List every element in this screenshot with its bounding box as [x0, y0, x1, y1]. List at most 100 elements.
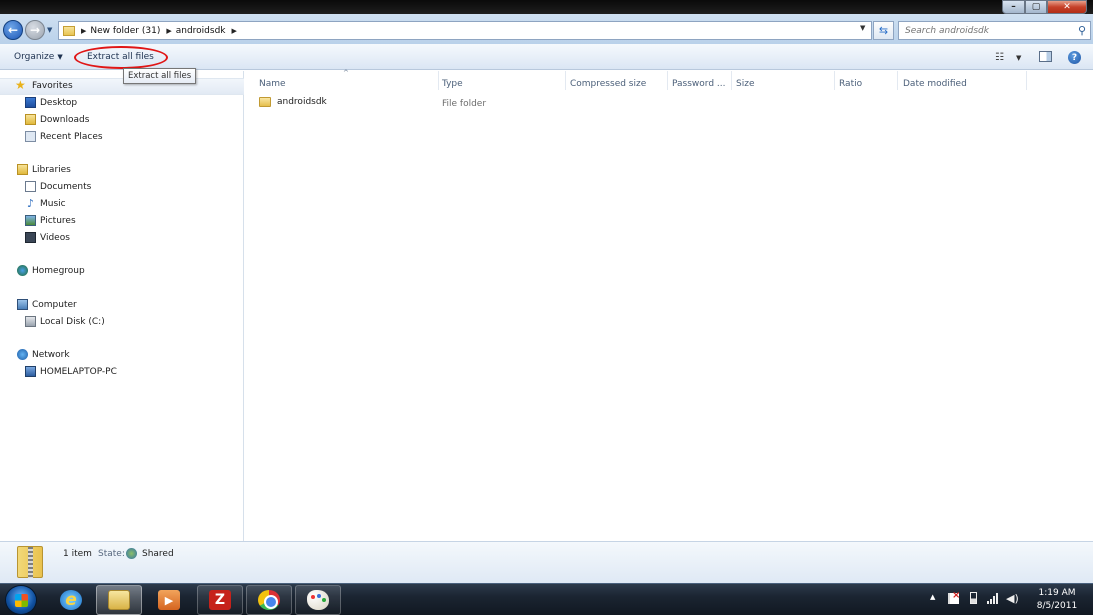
homegroup-icon	[17, 265, 28, 276]
sidebar-item-computer[interactable]: Computer	[17, 299, 77, 310]
system-clock[interactable]: 1:19 AM 8/5/2011	[1028, 587, 1086, 613]
forward-button[interactable]: →	[25, 20, 45, 40]
column-header-ratio[interactable]: Ratio	[839, 75, 862, 92]
column-divider[interactable]	[731, 71, 732, 90]
battery-icon[interactable]	[970, 592, 977, 604]
column-divider[interactable]	[1026, 71, 1027, 90]
search-icon[interactable]: ⚲	[1078, 24, 1086, 37]
sidebar-item-label: Network	[32, 349, 70, 360]
wifi-signal-icon[interactable]	[987, 592, 999, 604]
file-type: File folder	[442, 99, 487, 109]
sidebar-item-label: Documents	[40, 181, 92, 192]
column-header-type[interactable]: Type	[442, 75, 463, 92]
details-pane: 1 item State: Shared	[0, 541, 1093, 583]
organize-label: Organize	[14, 52, 55, 62]
breadcrumb-chevron-icon[interactable]: ▶	[81, 27, 86, 35]
taskbar-paint[interactable]	[295, 585, 341, 615]
dropdown-arrow-icon: ▼	[57, 53, 63, 61]
taskbar-media-player[interactable]: ▶	[146, 585, 192, 615]
organize-button[interactable]: Organize ▼	[14, 52, 63, 62]
sidebar-item-desktop[interactable]: Desktop	[25, 97, 77, 108]
search-input[interactable]	[905, 25, 1065, 36]
breadcrumb-chevron-icon[interactable]: ▶	[232, 27, 237, 35]
column-header-label: Compressed size	[570, 78, 647, 89]
sidebar-item-homegroup[interactable]: Homegroup	[17, 265, 85, 276]
start-button[interactable]	[5, 585, 37, 615]
window-controls: – ▢ ✕	[1002, 0, 1087, 14]
column-divider[interactable]	[834, 71, 835, 90]
taskbar-windows-explorer[interactable]	[96, 585, 142, 615]
sidebar-item-network[interactable]: Network	[17, 349, 70, 360]
address-dropdown-icon[interactable]: ▼	[860, 24, 865, 32]
sort-ascending-icon: ^	[343, 69, 349, 77]
state-label: State:	[98, 549, 125, 559]
desktop-icon	[25, 97, 36, 108]
clock-date: 8/5/2011	[1036, 601, 1078, 611]
sidebar-item-videos[interactable]: Videos	[25, 232, 70, 243]
column-divider[interactable]	[565, 71, 566, 90]
extract-tooltip: Extract all files	[123, 68, 197, 84]
column-header-name[interactable]: Name	[259, 75, 286, 92]
media-player-icon: ▶	[158, 590, 180, 610]
network-computer-icon	[25, 366, 36, 377]
breadcrumb-chevron-icon[interactable]: ▶	[166, 27, 171, 35]
column-divider[interactable]	[438, 71, 439, 90]
taskbar-internet-explorer[interactable]: e	[48, 585, 94, 615]
shared-users-icon	[126, 548, 137, 559]
sidebar-item-downloads[interactable]: Downloads	[25, 114, 89, 125]
breadcrumb-item[interactable]: New folder (31)	[90, 26, 160, 36]
breadcrumb-item[interactable]: androidsdk	[176, 26, 226, 36]
windows-explorer-icon	[108, 590, 130, 610]
sidebar-item-label: Favorites	[32, 80, 73, 91]
filezilla-icon: Z	[209, 590, 231, 610]
address-bar[interactable]: ▶ New folder (31) ▶ androidsdk ▶	[58, 21, 872, 40]
sidebar-item-libraries[interactable]: Libraries	[17, 164, 71, 175]
folder-icon	[63, 25, 75, 36]
network-icon	[17, 349, 28, 360]
computer-icon	[17, 299, 28, 310]
column-header-compressed-size[interactable]: Compressed size	[570, 75, 646, 92]
view-options-dropdown-icon[interactable]: ▼	[1016, 54, 1021, 62]
videos-icon	[25, 232, 36, 243]
column-header-password[interactable]: Password ...	[672, 75, 725, 92]
taskbar-filezilla[interactable]: Z	[197, 585, 243, 615]
column-header-label: Password ...	[672, 78, 726, 89]
sidebar-item-pictures[interactable]: Pictures	[25, 215, 76, 226]
sidebar-item-music[interactable]: ♪ Music	[25, 198, 66, 209]
sidebar-item-recent-places[interactable]: Recent Places	[25, 131, 103, 142]
recent-pages-chevron-icon[interactable]: ▼	[47, 26, 52, 34]
refresh-button[interactable]: ⇆	[873, 21, 894, 40]
column-divider[interactable]	[667, 71, 668, 90]
sidebar-item-local-disk[interactable]: Local Disk (C:)	[25, 316, 105, 327]
sidebar-item-favorites[interactable]: ★ Favorites	[15, 79, 73, 91]
column-header-date-modified[interactable]: Date modified	[903, 75, 967, 92]
file-row-androidsdk[interactable]: androidsdk	[259, 97, 327, 107]
recent-places-icon	[25, 131, 36, 142]
preview-pane-icon[interactable]	[1039, 51, 1052, 62]
sidebar-item-label: Libraries	[32, 164, 71, 175]
change-view-icon[interactable]: ☷	[995, 52, 1004, 63]
action-center-flag-icon[interactable]	[948, 590, 960, 604]
music-note-icon: ♪	[26, 197, 35, 210]
back-button[interactable]: ←	[3, 20, 23, 40]
taskbar-chrome[interactable]	[246, 585, 292, 615]
sidebar-item-label: Music	[40, 198, 66, 209]
search-box[interactable]: ⚲	[898, 21, 1091, 40]
libraries-icon	[17, 164, 28, 175]
help-icon[interactable]: ?	[1068, 51, 1081, 64]
sidebar-item-homelaptop-pc[interactable]: HOMELAPTOP-PC	[25, 366, 117, 377]
downloads-icon	[25, 114, 36, 125]
pictures-icon	[25, 215, 36, 226]
clock-time: 1:19 AM	[1038, 588, 1076, 598]
paint-palette-icon	[307, 590, 329, 610]
sidebar-item-documents[interactable]: Documents	[25, 181, 91, 192]
volume-icon[interactable]: ◀)	[1006, 592, 1019, 605]
maximize-button[interactable]: ▢	[1025, 0, 1047, 14]
column-header-label: Name	[259, 78, 286, 89]
column-header-size[interactable]: Size	[736, 75, 754, 92]
show-hidden-icons-chevron-icon[interactable]: ▲	[930, 593, 935, 601]
column-divider[interactable]	[897, 71, 898, 90]
minimize-button[interactable]: –	[1002, 0, 1025, 14]
close-button[interactable]: ✕	[1047, 0, 1087, 14]
column-header-label: Ratio	[839, 78, 863, 89]
